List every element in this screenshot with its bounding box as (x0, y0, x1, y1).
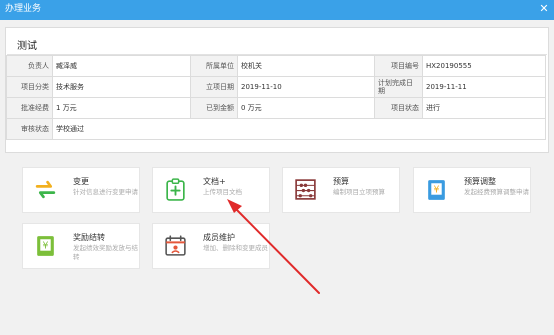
annotation-arrow (227, 199, 320, 294)
